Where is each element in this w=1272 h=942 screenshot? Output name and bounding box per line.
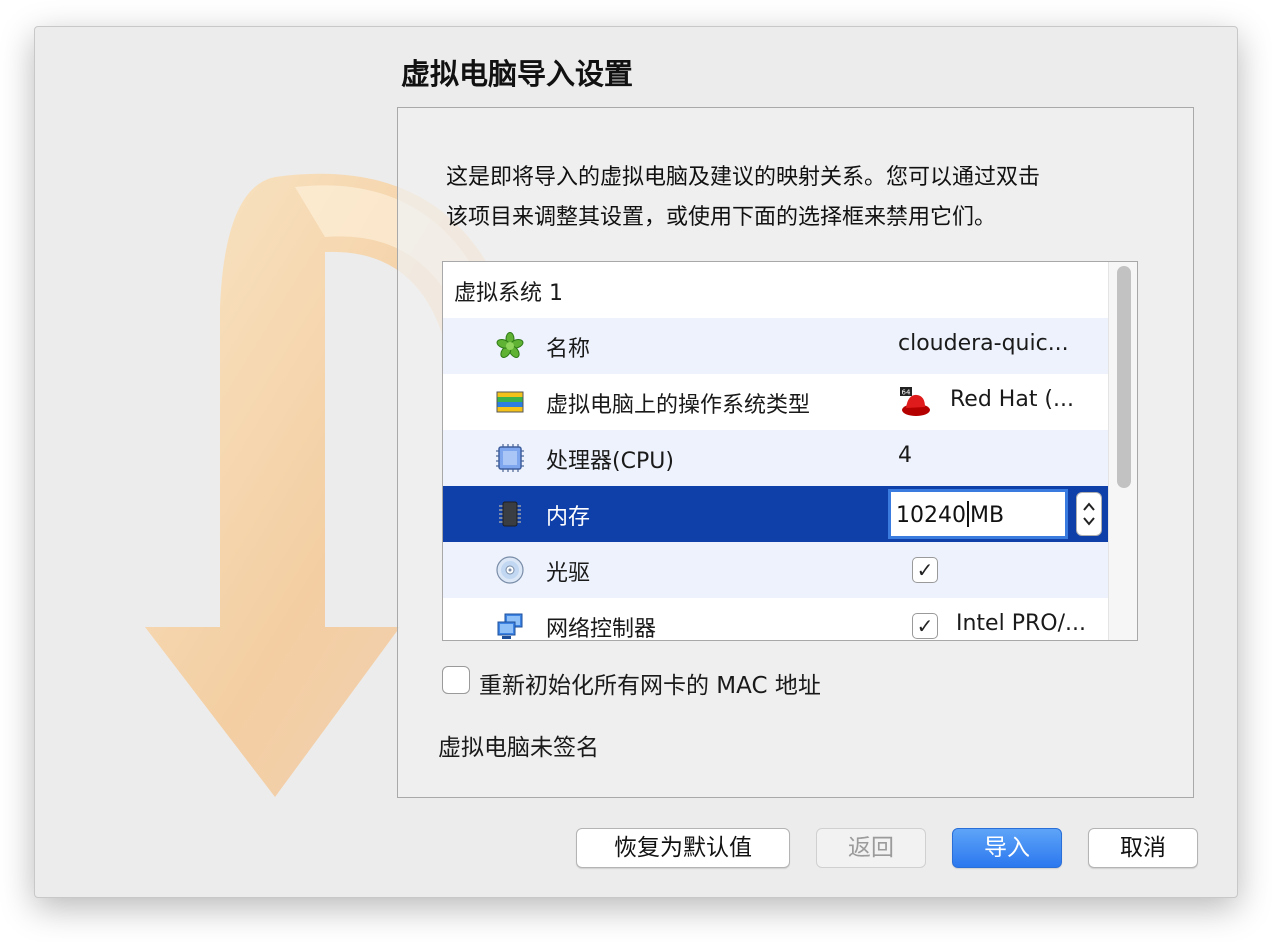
tree-scrollbar[interactable] — [1108, 262, 1137, 640]
back-button[interactable]: 返回 — [816, 828, 926, 868]
row-label: 名称 — [546, 337, 591, 362]
description: 这是即将导入的虚拟电脑及建议的映射关系。您可以通过双击 该项目来调整其设置，或使… — [446, 158, 1166, 238]
row-value[interactable]: Intel PRO/... — [956, 611, 1086, 636]
optical-drive-checkbox[interactable]: ✓ — [912, 557, 938, 583]
tree-group-row[interactable]: 虚拟系统 1 — [443, 262, 1109, 318]
restore-defaults-button[interactable]: 恢复为默认值 — [576, 828, 790, 868]
network-icon — [497, 613, 523, 639]
tree-row-network[interactable]: 网络控制器 ✓ Intel PRO/... — [443, 598, 1109, 641]
memory-value: 10240 — [896, 503, 966, 528]
text-caret — [967, 501, 969, 527]
page-title: 虚拟电脑导入设置 — [401, 57, 634, 91]
description-line: 该项目来调整其设置，或使用下面的选择框来禁用它们。 — [446, 205, 997, 230]
tree-row-cpu[interactable]: 处理器(CPU) 4 — [443, 430, 1109, 486]
row-value[interactable]: 4 — [898, 443, 912, 468]
settings-panel: 这是即将导入的虚拟电脑及建议的映射关系。您可以通过双击 该项目来调整其设置，或使… — [397, 107, 1194, 798]
reinit-mac-label[interactable]: 重新初始化所有网卡的 MAC 地址 — [479, 666, 821, 700]
appliance-settings-tree[interactable]: 虚拟系统 1 名称 cloudera-quic... 虚拟电脑上的操作系统类型 … — [442, 261, 1138, 641]
row-label: 内存 — [546, 505, 591, 530]
import-settings-dialog: 虚拟电脑导入设置 这是即将导入的虚拟电脑及建议的映射关系。您可以通过双击 该项目… — [34, 26, 1238, 898]
cpu-icon — [496, 444, 524, 472]
row-value[interactable]: cloudera-quic... — [898, 331, 1069, 356]
memory-chip-icon — [499, 501, 521, 527]
row-label: 虚拟电脑上的操作系统类型 — [546, 393, 811, 418]
memory-stepper[interactable] — [1076, 492, 1102, 536]
scrollbar-thumb[interactable] — [1117, 266, 1131, 488]
redhat-64-icon: 64 — [899, 386, 931, 418]
chevron-up-down-icon — [1083, 502, 1095, 526]
memory-unit: MB — [970, 503, 1005, 528]
memory-size-input[interactable]: 10240 MB — [888, 489, 1068, 539]
optical-disc-icon — [496, 556, 524, 584]
tree-row-name[interactable]: 名称 cloudera-quic... — [443, 318, 1109, 374]
import-button[interactable]: 导入 — [952, 828, 1062, 868]
cancel-button[interactable]: 取消 — [1088, 828, 1198, 868]
row-label: 网络控制器 — [546, 617, 657, 641]
row-value[interactable]: Red Hat (... — [950, 387, 1074, 412]
network-checkbox[interactable]: ✓ — [912, 613, 938, 639]
signature-status: 虚拟电脑未签名 — [438, 735, 599, 761]
tree-row-os-type[interactable]: 虚拟电脑上的操作系统类型 64 Red Hat (... — [443, 374, 1109, 430]
row-label: 光驱 — [546, 561, 591, 586]
tree-row-optical-drive[interactable]: 光驱 ✓ — [443, 542, 1109, 598]
description-line: 这是即将导入的虚拟电脑及建议的映射关系。您可以通过双击 — [446, 165, 1041, 190]
os-type-icon — [496, 391, 524, 413]
virtual-system-label: 虚拟系统 1 — [454, 281, 563, 306]
row-label: 处理器(CPU) — [546, 449, 674, 474]
reinit-mac-checkbox[interactable] — [442, 666, 470, 694]
os-bitness-text: 64 — [902, 389, 911, 397]
name-asterisk-icon — [496, 332, 524, 358]
tree-row-memory[interactable]: 内存 10240 MB — [443, 486, 1109, 542]
